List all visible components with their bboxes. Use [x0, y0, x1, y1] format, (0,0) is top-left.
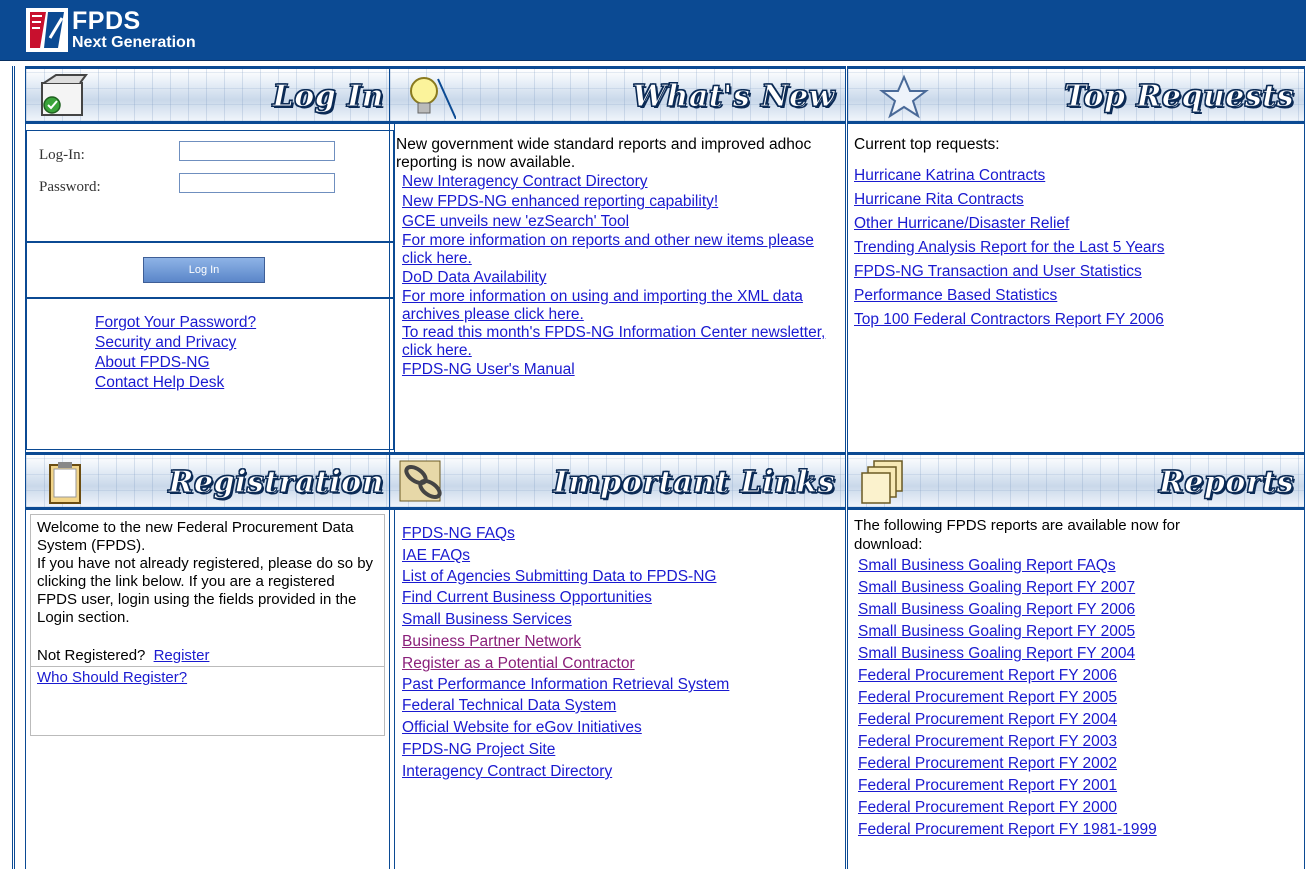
not-registered-row: Not Registered? Register [37, 647, 378, 664]
brand-title: FPDS [72, 7, 141, 35]
login-button[interactable]: Log In [143, 257, 265, 283]
whats-new-link[interactable]: To read this month's FPDS-NG Information… [402, 324, 839, 360]
registration-header: Registration [26, 452, 394, 510]
whats-new-link[interactable]: New FPDS-NG enhanced reporting capabilit… [402, 192, 839, 212]
top-requests-title: Top Requests [1064, 79, 1294, 115]
report-link[interactable]: Federal Procurement Report FY 2005 [858, 688, 1298, 708]
top-request-link[interactable]: Performance Based Statistics [854, 286, 1298, 306]
about-fpds-link[interactable]: About FPDS-NG [95, 353, 393, 373]
important-links-panel: FPDS-NG FAQs IAE FAQs List of Agencies S… [390, 518, 845, 786]
whats-new-link[interactable]: New Interagency Contract Directory [402, 172, 839, 192]
whats-new-intro: New government wide standard reports and… [396, 136, 812, 171]
top-requests-panel: Current top requests: Hurricane Katrina … [848, 132, 1304, 334]
report-link[interactable]: Small Business Goaling Report FY 2005 [858, 622, 1298, 642]
registration-welcome: Welcome to the new Federal Procurement D… [37, 519, 354, 554]
top-requests-header: Top Requests [848, 66, 1304, 124]
top-request-link[interactable]: Top 100 Federal Contractors Report FY 20… [854, 310, 1298, 330]
whats-new-link[interactable]: GCE unveils new 'ezSearch' Tool [402, 212, 839, 232]
login-button-box: Log In [26, 242, 394, 298]
star-icon [879, 74, 929, 119]
folders-icon [861, 460, 903, 504]
top-requests-intro: Current top requests: [854, 136, 1000, 153]
important-link[interactable]: Small Business Services [402, 610, 833, 630]
whats-new-panel: New government wide standard reports and… [390, 132, 845, 384]
registration-title: Registration [168, 465, 384, 501]
important-link[interactable]: Past Performance Information Retrieval S… [402, 676, 833, 694]
registration-instructions: If you have not already registered, plea… [37, 555, 374, 626]
left-column: Log In Log-In: Password: Log In Forgot Y… [25, 66, 395, 869]
reports-header: Reports [848, 452, 1304, 510]
report-link[interactable]: Federal Procurement Report FY 1981-1999 [858, 820, 1298, 840]
register-link[interactable]: Register [154, 647, 210, 664]
middle-column: What's New New government wide standard … [389, 66, 846, 869]
lightbulb-icon [410, 77, 456, 119]
important-link[interactable]: IAE FAQs [402, 546, 833, 566]
fpds-flag-logo-icon [26, 8, 68, 52]
whats-new-link[interactable]: FPDS-NG User's Manual [402, 360, 839, 380]
not-registered-label: Not Registered? [37, 647, 146, 664]
who-should-register-link[interactable]: Who Should Register? [37, 669, 187, 686]
reports-panel: The following FPDS reports are available… [848, 514, 1304, 842]
password-label: Password: [39, 179, 101, 195]
report-link[interactable]: Federal Procurement Report FY 2001 [858, 776, 1298, 796]
report-link[interactable]: Federal Procurement Report FY 2003 [858, 732, 1298, 752]
forgot-password-link[interactable]: Forgot Your Password? [95, 313, 393, 333]
important-link[interactable]: FPDS-NG Project Site [402, 740, 833, 760]
security-privacy-link[interactable]: Security and Privacy [95, 333, 393, 353]
important-link[interactable]: Interagency Contract Directory [402, 762, 833, 782]
chain-link-icon [399, 460, 442, 502]
right-column: Top Requests Current top requests: Hurri… [847, 66, 1305, 869]
login-form: Log-In: Password: [26, 130, 394, 242]
report-link[interactable]: Federal Procurement Report FY 2002 [858, 754, 1298, 774]
report-link[interactable]: Federal Procurement Report FY 2004 [858, 710, 1298, 730]
portal-grid: Log In Log-In: Password: Log In Forgot Y… [12, 66, 1306, 869]
report-link[interactable]: Small Business Goaling Report FY 2006 [858, 600, 1298, 620]
important-links-header: Important Links [390, 452, 845, 510]
reports-intro: The following FPDS reports are available… [854, 517, 1180, 553]
important-link[interactable]: Find Current Business Opportunities [402, 588, 833, 608]
important-link[interactable]: Federal Technical Data System [402, 696, 833, 716]
whats-new-link[interactable]: For more information on reports and othe… [402, 232, 839, 268]
clipboard-checkmark-icon [41, 74, 88, 116]
login-header: Log In [26, 66, 394, 124]
whats-new-link[interactable]: DoD Data Availability [402, 268, 839, 288]
login-field[interactable] [179, 141, 335, 161]
report-link[interactable]: Small Business Goaling Report FAQs [858, 556, 1298, 576]
reports-title: Reports [1158, 465, 1294, 501]
brand-subtitle: Next Generation [72, 34, 196, 51]
important-link[interactable]: List of Agencies Submitting Data to FPDS… [402, 568, 833, 586]
report-link[interactable]: Federal Procurement Report FY 2006 [858, 666, 1298, 686]
clipboard-icon [49, 462, 81, 504]
top-banner: FPDS Next Generation [0, 0, 1306, 61]
report-link[interactable]: Federal Procurement Report FY 2000 [858, 798, 1298, 818]
top-request-link[interactable]: Other Hurricane/Disaster Relief [854, 214, 1298, 234]
top-request-link[interactable]: Hurricane Katrina Contracts [854, 166, 1298, 186]
important-links-title: Important Links [553, 465, 835, 501]
whats-new-link[interactable]: For more information on using and import… [402, 288, 839, 324]
important-link[interactable]: Official Website for eGov Initiatives [402, 718, 833, 738]
password-field[interactable] [179, 173, 335, 193]
whats-new-title: What's New [632, 79, 835, 115]
login-links: Forgot Your Password? Security and Priva… [26, 298, 394, 450]
report-link[interactable]: Small Business Goaling Report FY 2007 [858, 578, 1298, 598]
top-request-link[interactable]: Hurricane Rita Contracts [854, 190, 1298, 210]
registration-box: Welcome to the new Federal Procurement D… [30, 514, 385, 736]
contact-help-desk-link[interactable]: Contact Help Desk [95, 373, 393, 393]
top-request-link[interactable]: Trending Analysis Report for the Last 5 … [854, 238, 1298, 258]
login-label: Log-In: [39, 147, 85, 163]
whats-new-header: What's New [390, 66, 845, 124]
login-title: Log In [272, 79, 384, 115]
report-link[interactable]: Small Business Goaling Report FY 2004 [858, 644, 1298, 664]
important-link[interactable]: Register as a Potential Contractor [402, 654, 833, 674]
top-request-link[interactable]: FPDS-NG Transaction and User Statistics [854, 262, 1298, 282]
important-link[interactable]: FPDS-NG FAQs [402, 524, 833, 544]
important-link[interactable]: Business Partner Network [402, 632, 833, 652]
